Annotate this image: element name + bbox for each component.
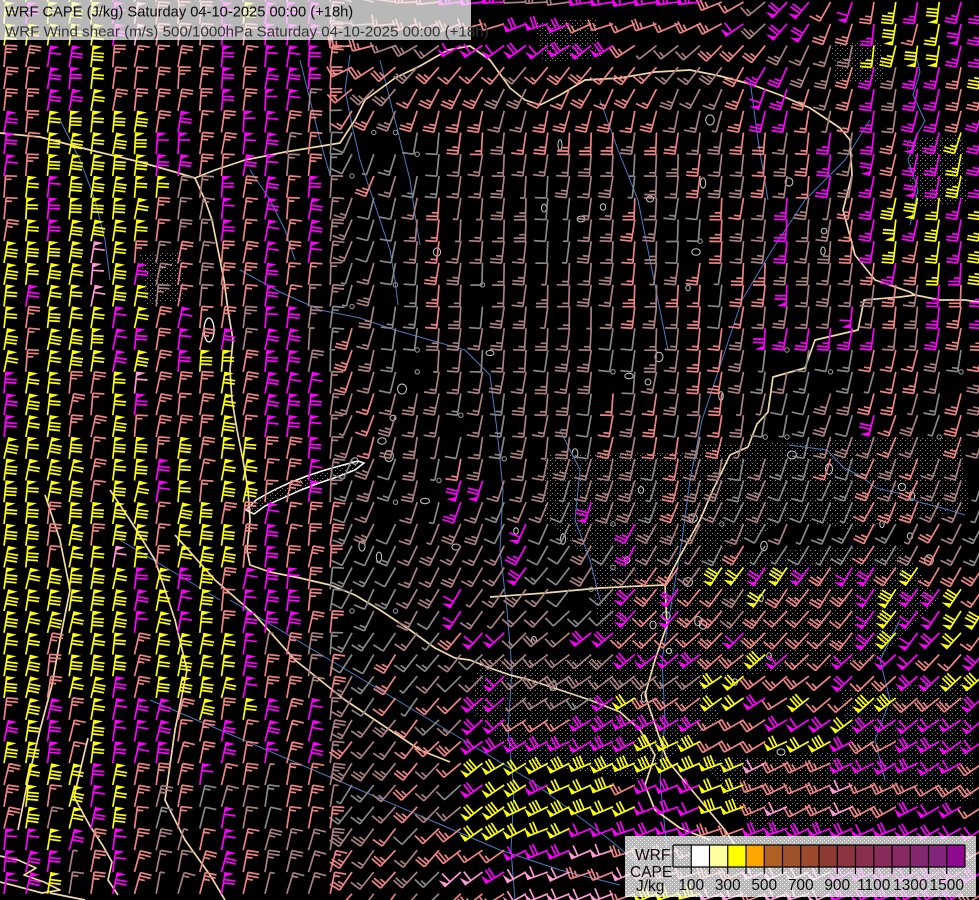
svg-text:1300: 1300: [893, 877, 928, 894]
svg-text:WRF: WRF: [635, 847, 670, 864]
svg-text:1500: 1500: [930, 877, 965, 894]
svg-text:J/kg: J/kg: [636, 878, 664, 895]
svg-text:WRF Wind shear (m/s) 500/1000h: WRF Wind shear (m/s) 500/1000hPa Saturda…: [5, 24, 489, 41]
svg-text:900: 900: [824, 877, 850, 894]
svg-text:300: 300: [715, 877, 741, 894]
svg-text:100: 100: [678, 877, 704, 894]
svg-text:700: 700: [788, 877, 814, 894]
svg-text:1100: 1100: [857, 877, 891, 894]
svg-text:500: 500: [751, 877, 777, 894]
svg-text:WRF CAPE (J/kg) Saturday 04-10: WRF CAPE (J/kg) Saturday 04-10-2025 00:0…: [5, 5, 353, 21]
